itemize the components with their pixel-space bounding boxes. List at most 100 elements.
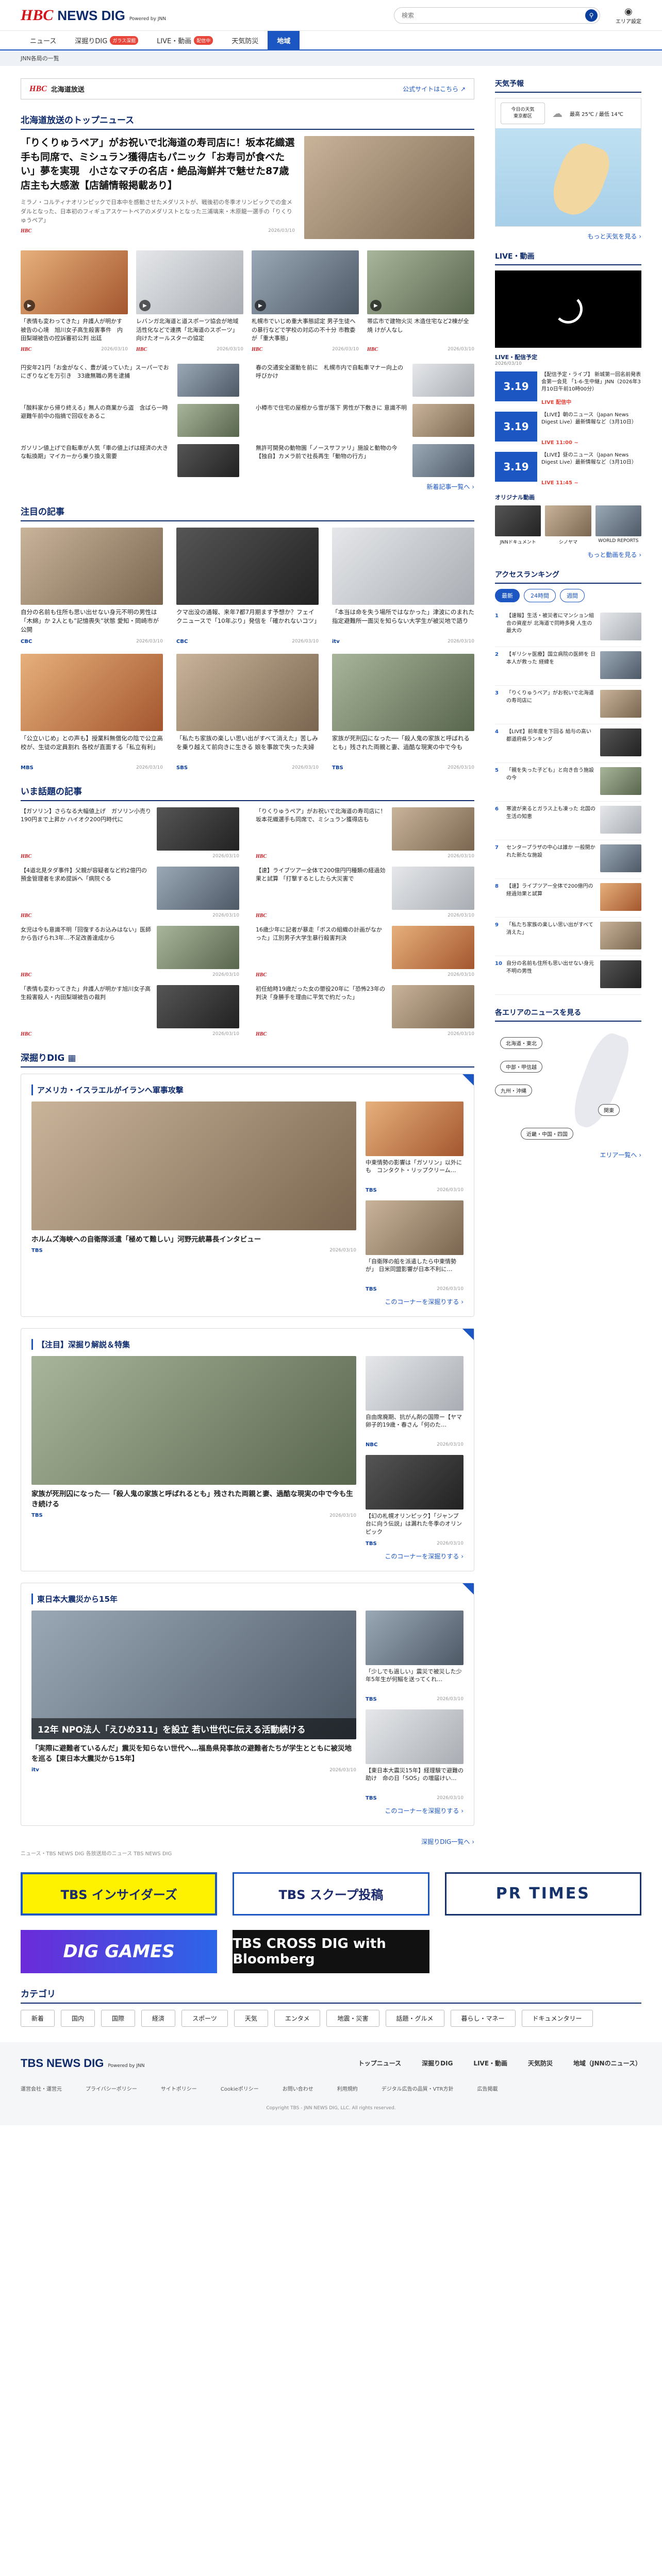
hot-item[interactable]: 【速】ライブツアー全体で200億円円種類の経過効果と試算 「打撃するとしたら大災… bbox=[256, 866, 474, 919]
news-card[interactable]: ▶ 札幌市でいじめ重大事態認定 男子生徒への暴行などで学校の対応の不十分 市教委が… bbox=[252, 250, 359, 353]
dig-sub-article[interactable]: 【幻の札幌オリンピック】「ジャンプ台に向う伝説」は漏れた冬季のオリンピック TBS… bbox=[366, 1454, 464, 1547]
region-more-link[interactable]: エリア一覧へ › bbox=[600, 1151, 641, 1159]
footer-sublink[interactable]: 広告掲載 bbox=[477, 2084, 498, 2092]
new-articles-link[interactable]: 新着記事一覧へ › bbox=[426, 483, 474, 490]
footer-sublink[interactable]: プライバシーポリシー bbox=[86, 2084, 137, 2092]
nav-weather[interactable]: 天気防災 bbox=[222, 31, 268, 49]
ranking-item[interactable]: 1 【速報】生活・被災者にマンション組合の資産が 北海道で同時多発 人生の最大の bbox=[495, 608, 641, 647]
footer-link[interactable]: 深掘りDIG bbox=[422, 2059, 453, 2067]
live-player[interactable] bbox=[495, 270, 641, 348]
list-item[interactable]: 小樽市で住宅の屋根から雪が落下 男性が下敷きに 意識不明 bbox=[256, 403, 474, 437]
weather-more-link[interactable]: もっと天気を見る › bbox=[587, 233, 641, 240]
featured-card[interactable]: クマ出没の通報、来年7都7月期ます予想か？フェイクニュースで「10年ぶり」発信を… bbox=[176, 527, 319, 645]
featured-card[interactable]: 自分の名前も住所も思い出せない身元不明の男性は「木綿」か 2人とも”記憶喪失”状… bbox=[21, 527, 163, 645]
list-item[interactable]: ガソリン値上げで自転車が人気「車の値上げは経済の大きな転換期」マイカーから乗り換… bbox=[21, 444, 239, 477]
footer-logo[interactable]: TBS NEWS DIG Powered by JNN bbox=[21, 2057, 145, 2070]
dig-more-link[interactable]: このコーナーを深掘りする › bbox=[385, 1553, 464, 1560]
dig-main-article[interactable]: ホルムズ海峡への自衛隊派遣「極めて難しい」河野元統幕長インタビュー TBS 2026… bbox=[31, 1101, 356, 1292]
dig-main-article[interactable]: 家族が死刑囚になった──「殺人鬼の家族と呼ばれるとも」残された両親と妻、過酷な現… bbox=[31, 1355, 356, 1547]
category-item[interactable]: 国際 bbox=[101, 2009, 136, 2027]
banner-scoop[interactable]: TBS スクープ投稿 bbox=[233, 1872, 429, 1916]
news-card[interactable]: ▶ レバンガ北海道と道スポーツ協会が地域活性化などで連携「北海道のスポーツ」向けた… bbox=[136, 250, 243, 353]
region-hokkaido-tohoku[interactable]: 北海道・東北 bbox=[500, 1037, 542, 1049]
ranking-item[interactable]: 3 「りくりゅうペア」がお祝いで北海道の寿司店に bbox=[495, 686, 641, 724]
tab-latest[interactable]: 最新 bbox=[495, 589, 520, 602]
ranking-item[interactable]: 8 【速】ライブツアー全体で200億円の経過効果と試算 bbox=[495, 879, 641, 918]
list-item[interactable]: 円安年21円「お金がなく、豊が減っていた」スーパーでおにぎりなどを万引き 33歳… bbox=[21, 363, 239, 397]
category-item[interactable]: 話題・グルメ bbox=[385, 2009, 444, 2027]
hot-item[interactable]: 初任給時19歳だった女の懲役20年に「恐怖23年の判決「身勝手を理由に平気で約だ… bbox=[256, 985, 474, 1037]
dig-main-article[interactable]: 12年 NPO法人「えひめ311」を設立 若い世代に伝える活動続ける 「実際に避難… bbox=[31, 1610, 356, 1801]
video-more-link[interactable]: もっと動画を見る › bbox=[587, 551, 641, 558]
footer-sublink[interactable]: サイトポリシー bbox=[161, 2084, 197, 2092]
dig-more-link[interactable]: このコーナーを深掘りする › bbox=[385, 1807, 464, 1815]
original-video[interactable]: JNNドキュメント bbox=[495, 505, 541, 545]
search-input[interactable] bbox=[402, 11, 585, 19]
category-item[interactable]: エンタメ bbox=[274, 2009, 321, 2027]
footer-link[interactable]: LIVE・動画 bbox=[473, 2059, 507, 2067]
hot-item[interactable]: 【ガソリン】さらなる大幅値上げ ガソリン小売り190円まで上昇か ハイオク200… bbox=[21, 807, 239, 859]
lead-article[interactable]: 「りくりゅうペア」がお祝いで北海道の寿司店に！坂本花織選手も同席で、ミシュラン獲… bbox=[21, 136, 474, 239]
original-video[interactable]: WORLD REPORTS bbox=[595, 505, 641, 545]
list-item[interactable]: 春の交通安全運動を前に 札幌市内で自転車マナー向上の呼びかけ bbox=[256, 363, 474, 397]
live-item[interactable]: 3.19 【LIVE】朝のニュース（Japan News Digest Live）… bbox=[495, 412, 641, 447]
news-card[interactable]: ▶ 「表情も変わってきた」弁護人が明かす被告の心境 旭川女子高生殺害事件 内田梨瑚… bbox=[21, 250, 128, 353]
featured-card[interactable]: 「本当は命を失う場所ではなかった」津波にのまれた指定避難所一面災を知らない大学生… bbox=[332, 527, 474, 645]
region-chubu[interactable]: 中部・甲信越 bbox=[500, 1061, 542, 1073]
category-item[interactable]: 暮らし・マネー bbox=[450, 2009, 516, 2027]
featured-card[interactable]: 「公立いじめ」との声も】授業料無償化の陰で公立高校が、生徒の定員割れ 各校が直面… bbox=[21, 653, 163, 771]
featured-card[interactable]: 「私たち家族の楽しい思い出がすべて消えた」苦しみを乗り越えて前向きに生きる 娘を… bbox=[176, 653, 319, 771]
hot-item[interactable]: 【4道北見タダ事件】父親が容疑者など約2億円の預金管理者を求め提訴へ「病院ぐる H… bbox=[21, 866, 239, 919]
tab-24h[interactable]: 24時間 bbox=[524, 589, 556, 602]
ranking-item[interactable]: 4 【LIVE】前年度を下回る 給与の高い都道府県ランキング bbox=[495, 724, 641, 763]
list-item[interactable]: 「酸料家から帰り終える」無人の商業から盗 含ばら一時避難午前中の指摘で回収をある… bbox=[21, 403, 239, 437]
dig-sub-article[interactable]: 「自衛隊の船を派遣したら中東情勢が」 日米同盟影響が日本不利に… TBS 2026/… bbox=[366, 1200, 464, 1292]
ranking-item[interactable]: 6 寒波が来るとガラス上も凍った 北国の生活の知恵 bbox=[495, 802, 641, 840]
site-logo[interactable]: HBC NEWS DIG Powered by JNN bbox=[21, 7, 166, 24]
dig-sub-article[interactable]: 【東日本大震災15年】経理験で避難の助け 命の日「SOS」の増届けい… TBS 20… bbox=[366, 1709, 464, 1801]
original-video[interactable]: シノヤマ bbox=[545, 505, 591, 545]
category-item[interactable]: スポーツ bbox=[181, 2009, 228, 2027]
banner-cross-dig[interactable]: TBS CROSS DIG with Bloomberg bbox=[233, 1929, 429, 1973]
region-kyushu[interactable]: 九州・沖縄 bbox=[495, 1084, 532, 1096]
sub-nav[interactable]: JNN各局の一覧 bbox=[0, 50, 662, 66]
weather-widget[interactable]: 今日の天気 東京都区 ☁ 最高 25℃ / 最低 14℃ bbox=[495, 98, 641, 227]
weather-map[interactable] bbox=[495, 128, 641, 226]
nav-dig[interactable]: 深掘りDIG ガラス深掘 bbox=[65, 31, 147, 49]
hot-item[interactable]: 「表情も変わってきた」弁護人が明かす旭川女子高生殺害殺人・内田梨瑚被告の裁判 HB… bbox=[21, 985, 239, 1037]
footer-link[interactable]: 地域（JNNのニュース） bbox=[573, 2059, 641, 2067]
region-kinki[interactable]: 近畿・中国・四国 bbox=[521, 1128, 573, 1140]
category-item[interactable]: ドキュメンタリー bbox=[521, 2009, 593, 2027]
category-item[interactable]: 天気 bbox=[234, 2009, 268, 2027]
featured-card[interactable]: 家族が死刑囚になった──「殺人鬼の家族と呼ばれるとも」残された両親と妻、過酷な現… bbox=[332, 653, 474, 771]
dig-more-link[interactable]: このコーナーを深掘りする › bbox=[385, 1298, 464, 1306]
ranking-item[interactable]: 2 【ギリシャ医療】国立病院の医師を 日本人が救った 経緯を bbox=[495, 647, 641, 686]
banner-prtimes[interactable]: PR TIMES bbox=[444, 1872, 641, 1916]
tab-weekly[interactable]: 週間 bbox=[560, 589, 585, 602]
hot-item[interactable]: 16歳少年に記者が暴走「ボスの組織の計画がなかった」江別男子大学生暴行殺害判決 H… bbox=[256, 925, 474, 978]
dig-all-link[interactable]: 深掘りDIG一覧へ › bbox=[421, 1838, 474, 1845]
area-setting[interactable]: ◉ エリア設定 bbox=[616, 6, 641, 25]
footer-sublink[interactable]: 利用規約 bbox=[337, 2084, 358, 2092]
ranking-item[interactable]: 7 センタープラザの中心は誰か 一般開かれた新たな施設 bbox=[495, 840, 641, 879]
hot-item[interactable]: 「りくりゅうペア」がお祝いで北海道の寿司店に！坂本花織選手も同席で、ミシュラン獲… bbox=[256, 807, 474, 859]
footer-sublink[interactable]: お問い合わせ bbox=[283, 2084, 313, 2092]
dig-sub-article[interactable]: 中東情勢の影響は「ガソリン」以外にも コンタクト・リップクリーム… TBS 2026… bbox=[366, 1101, 464, 1193]
banner-tbs-insiders[interactable]: TBS インサイダーズ bbox=[21, 1872, 218, 1916]
nav-live[interactable]: LIVE・動画 配信中 bbox=[147, 31, 222, 49]
live-item[interactable]: 3.19 【配信予定・ライブ】 新城第一回名前発表会第一会見 「1-6-生中継」J… bbox=[495, 371, 641, 406]
hot-item[interactable]: 女児は今も意識不明「回復するお込みはない」医師から告げられ3年…不足改善達成から… bbox=[21, 925, 239, 978]
banner-dig-games[interactable]: DIG GAMES bbox=[21, 1929, 218, 1973]
live-item[interactable]: 3.19 【LIVE】昼のニュース（Japan News Digest Live）… bbox=[495, 452, 641, 487]
list-item[interactable]: 無許可開発の動物園「ノースサファリ」施設と動物の今【独自】カメラ前で社長再生「動… bbox=[256, 444, 474, 477]
nav-region[interactable]: 地域 bbox=[268, 31, 300, 49]
dig-sub-article[interactable]: 自由席廃期、抗がん剤の国際ー【ヤマ卵子的19歳・春さん「何のた… NBC 2026/… bbox=[366, 1355, 464, 1448]
ranking-item[interactable]: 10 自分の名前も住所も思い出せない身元不明の男性 bbox=[495, 956, 641, 995]
ranking-item[interactable]: 5 「親を失った子ども」と向き合う施設の今 bbox=[495, 763, 641, 802]
footer-link[interactable]: トップニュース bbox=[358, 2059, 401, 2067]
category-item[interactable]: 地震・災害 bbox=[326, 2009, 379, 2027]
category-item[interactable]: 新着 bbox=[21, 2009, 55, 2027]
ranking-item[interactable]: 9 「私たち家族の楽しい思い出がすべて消えた」 bbox=[495, 918, 641, 956]
category-item[interactable]: 経済 bbox=[141, 2009, 176, 2027]
footer-sublink[interactable]: 運営会社・運営元 bbox=[21, 2084, 62, 2092]
